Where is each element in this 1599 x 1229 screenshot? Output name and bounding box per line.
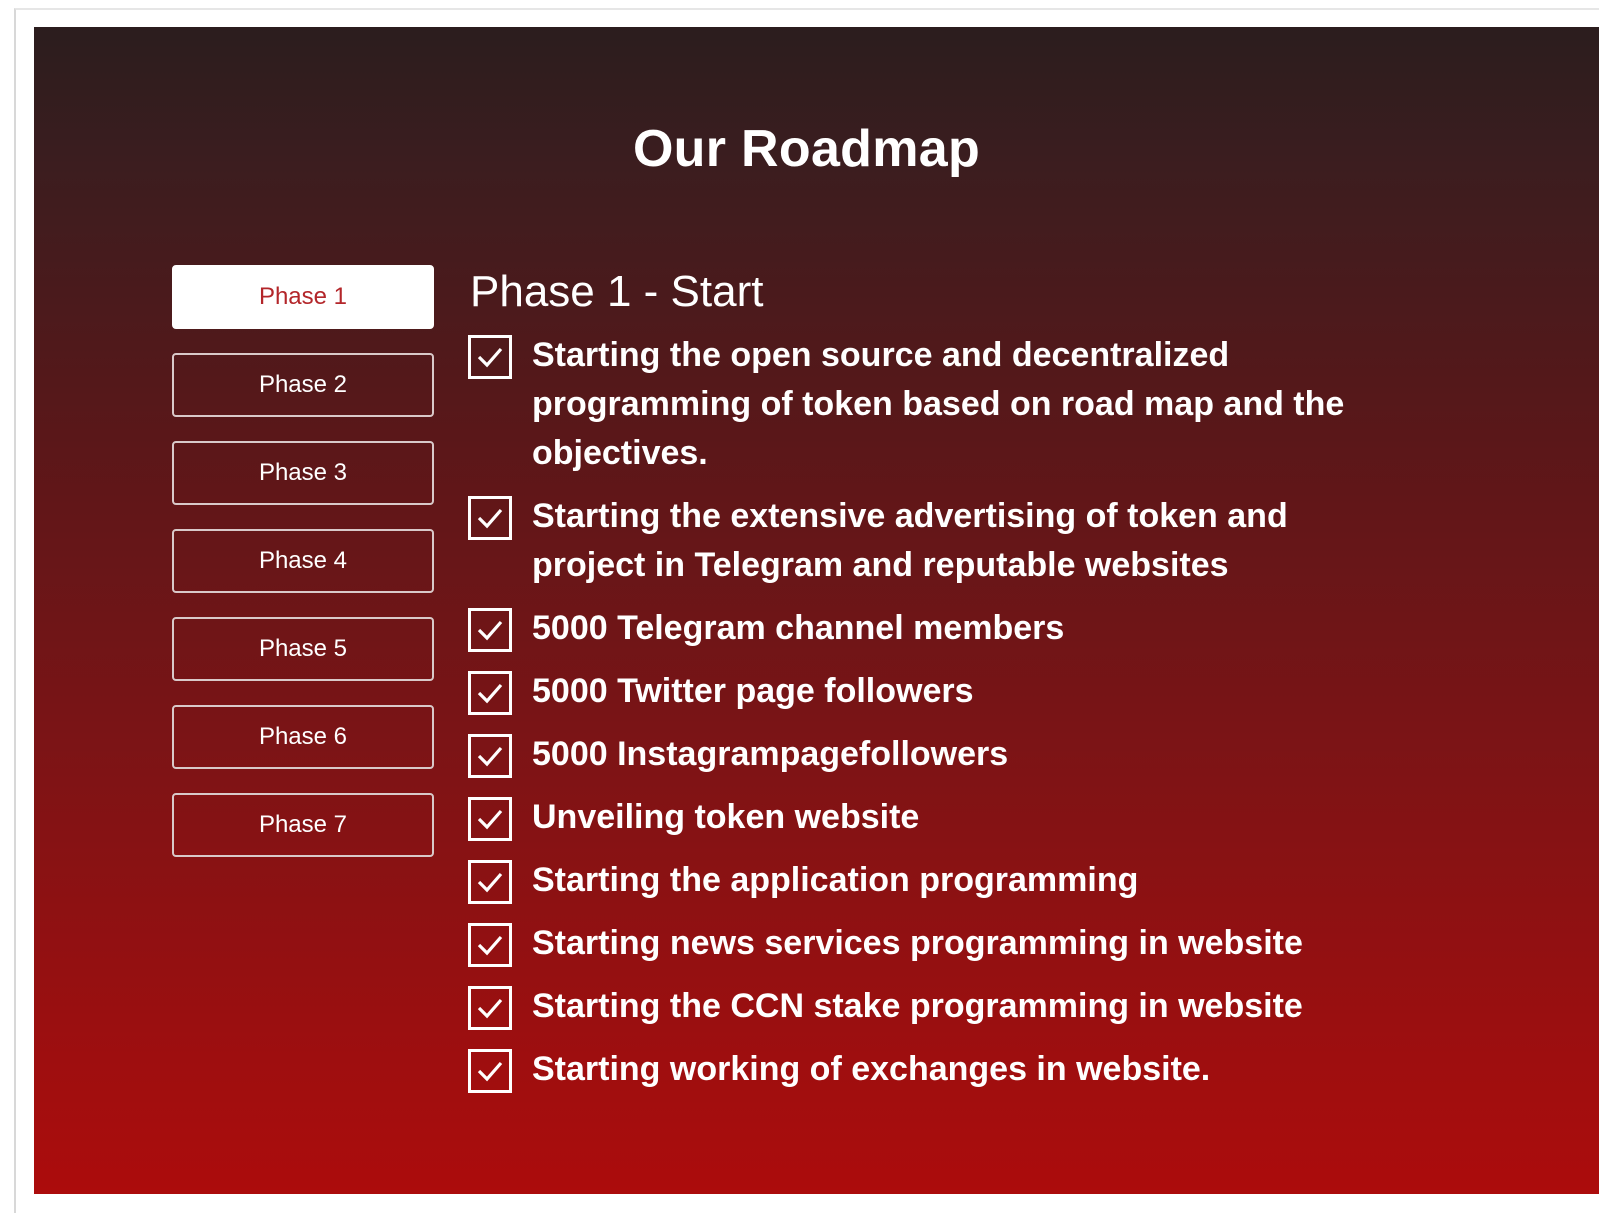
checklist-item-text: Starting the CCN stake programming in we…: [532, 987, 1303, 1025]
tab-phase-2[interactable]: Phase 2: [172, 353, 434, 417]
checklist-item-text: Starting working of exchanges in website…: [532, 1050, 1211, 1088]
checklist-item: Starting the CCN stake programming in we…: [468, 986, 1528, 1031]
tab-phase-4[interactable]: Phase 4: [172, 529, 434, 593]
checklist-item-text: Starting the extensive advertising of to…: [532, 497, 1288, 584]
checklist-item: Starting the extensive advertising of to…: [468, 496, 1528, 590]
checklist-item-text: 5000 Twitter page followers: [532, 672, 974, 710]
page-title: Our Roadmap: [632, 120, 981, 178]
tab-phase-7[interactable]: Phase 7: [172, 793, 434, 857]
checklist-item: 5000 Instagrampagefollowers: [468, 734, 1528, 779]
check-box-icon: [468, 986, 512, 1030]
roadmap-panel: Our Roadmap Phase 1 Phase 2 Phase 3 Phas…: [34, 27, 1599, 1194]
checklist-item: Unveiling token website: [468, 797, 1528, 842]
check-box-icon: [468, 671, 512, 715]
tab-phase-5[interactable]: Phase 5: [172, 617, 434, 681]
checklist-item-text: Starting the application programming: [532, 861, 1139, 899]
check-box-icon: [468, 734, 512, 778]
check-box-icon: [468, 1049, 512, 1093]
check-box-icon: [468, 608, 512, 652]
phase-content: Phase 1 - Start Starting the open source…: [468, 267, 1528, 1112]
check-box-icon: [468, 923, 512, 967]
checklist-item: 5000 Telegram channel members: [468, 608, 1528, 653]
check-box-icon: [468, 797, 512, 841]
tab-phase-6[interactable]: Phase 6: [172, 705, 434, 769]
checklist-item: 5000 Twitter page followers: [468, 671, 1528, 716]
checklist-item: Starting news services programming in we…: [468, 923, 1528, 968]
phase-tabs: Phase 1 Phase 2 Phase 3 Phase 4 Phase 5 …: [172, 265, 434, 881]
checklist-item-text: Starting news services programming in we…: [532, 924, 1303, 962]
check-box-icon: [468, 860, 512, 904]
checklist-item-text: 5000 Instagrampagefollowers: [532, 735, 1009, 773]
tab-phase-1[interactable]: Phase 1: [172, 265, 434, 329]
phase-heading: Phase 1 - Start: [470, 267, 764, 316]
check-box-icon: [468, 335, 512, 379]
tab-phase-3[interactable]: Phase 3: [172, 441, 434, 505]
checklist-item: Starting the open source and decentraliz…: [468, 335, 1528, 478]
check-box-icon: [468, 496, 512, 540]
checklist-item-text: Starting the open source and decentraliz…: [532, 336, 1345, 472]
checklist-item-text: 5000 Telegram channel members: [532, 609, 1065, 647]
checklist-item: Starting the application programming: [468, 860, 1528, 905]
checklist-item: Starting working of exchanges in website…: [468, 1049, 1528, 1094]
checklist-item-text: Unveiling token website: [532, 798, 920, 836]
